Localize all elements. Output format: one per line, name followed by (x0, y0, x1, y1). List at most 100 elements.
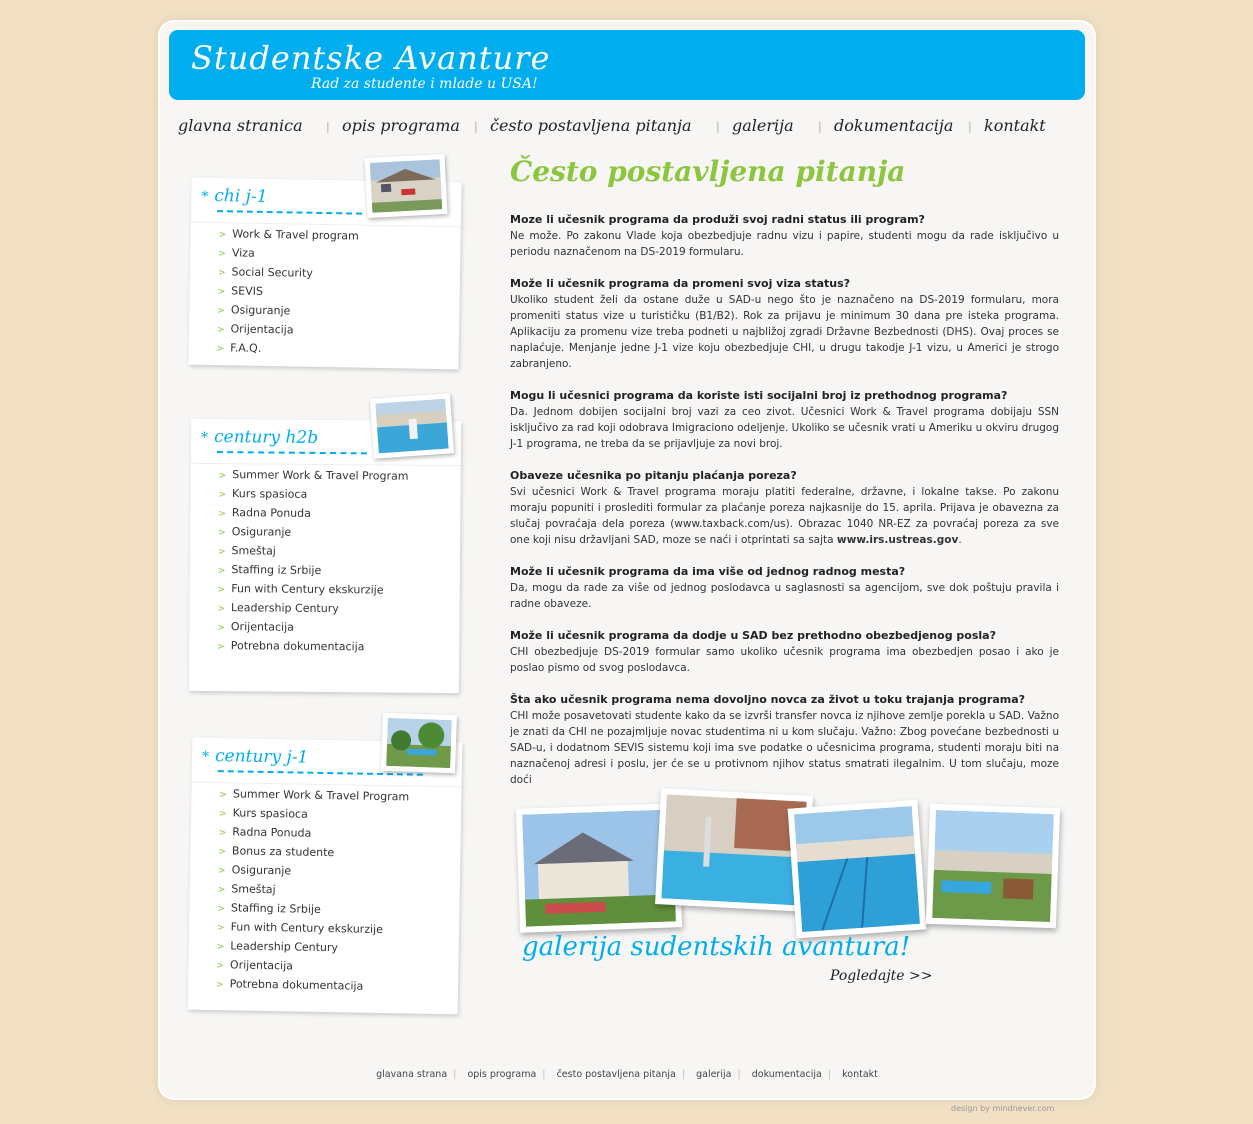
arrow-icon: > (217, 604, 226, 615)
nav-separator: | (818, 120, 822, 133)
sidebar-link[interactable]: > Osiguranje (217, 301, 357, 322)
faq-answer: CHI obezbedjuje DS-2019 formular samo uk… (510, 646, 1059, 674)
nav-separator: | (968, 120, 972, 133)
star-icon: * (201, 748, 210, 765)
sidebar-list: > Summer Work & Travel Program > Kurs spas… (217, 466, 408, 658)
star-icon: * (200, 429, 209, 446)
faq-item: Može li učesnik programa da dodje u SAD … (510, 628, 1059, 676)
arrow-icon: > (216, 942, 225, 953)
faq-question: Mogu li učesnici programa da koriste ist… (510, 389, 1008, 402)
footer-link-program[interactable]: opis programa (467, 1069, 536, 1080)
arrow-icon: > (218, 528, 226, 539)
design-credit[interactable]: design by mindnever.com (951, 1104, 1054, 1113)
sidebar-link[interactable]: > Potrebna dokumentacija (216, 975, 406, 997)
faq-question: Može li učesnik programa da promeni svoj… (510, 277, 851, 290)
sidebar-link[interactable]: > Fun with Century ekskurzije (218, 580, 408, 601)
sidebar-link[interactable]: > SEVIS (218, 282, 358, 303)
faq-item: Može li učesnik programa da promeni svoj… (510, 276, 1059, 372)
sidebar-link[interactable]: > Orijentacija (217, 320, 357, 341)
arrow-icon: > (216, 923, 225, 934)
sidebar-link[interactable]: > Potrebna dokumentacija (217, 637, 407, 658)
arrow-icon: > (217, 642, 225, 653)
arrow-icon: > (217, 268, 226, 279)
arrow-icon: > (217, 306, 225, 317)
gallery-photo-swimming-pool[interactable] (787, 799, 927, 939)
faq-item: Obaveze učesnika po pitanju plaćanja por… (510, 468, 1059, 548)
arrow-icon: > (218, 230, 227, 241)
sidebar-link[interactable]: > Osiguranje (218, 523, 408, 544)
faq-answer: Ne može. Po zakonu Vlade koja obezbedjuj… (510, 230, 1059, 258)
star-icon: * (201, 188, 209, 205)
site-title[interactable]: Studentske Avanture (191, 39, 550, 77)
arrow-icon: > (218, 847, 227, 858)
sidebar-photo-trees (381, 712, 457, 774)
arrow-icon: > (218, 828, 227, 839)
main-content: Često postavljena pitanja Moze li učesni… (510, 152, 1059, 804)
faq-answer: Svi učesnici Work & Travel programa mora… (510, 486, 1059, 546)
sidebar-box-title: * chi j-1 (201, 186, 268, 207)
sidebar-photo-house (364, 153, 448, 219)
sidebar-link[interactable]: > Smeštaj (218, 542, 408, 563)
main-nav: glavna stranica | opis programa | često … (178, 116, 1078, 140)
gallery-caption[interactable]: galerija sudentskih avantura! (522, 932, 910, 962)
title-underline (217, 210, 363, 215)
arrow-icon: > (216, 344, 225, 355)
sidebar-link[interactable]: > Kurs spasioca (218, 485, 408, 506)
faq-answer: Da, mogu da rade za više od jednog poslo… (510, 582, 1059, 610)
faq-answer: Da. Jednom dobijen socijalni broj vazi z… (510, 406, 1059, 450)
faq-answer: Ukoliko student želi da ostane duže u SA… (510, 294, 1059, 370)
footer-separator: | (453, 1069, 457, 1080)
nav-item-contact[interactable]: kontakt (984, 116, 1046, 135)
sidebar-link[interactable]: > Leadership Century (217, 599, 407, 620)
gallery-photo-pool-slide[interactable] (655, 788, 813, 912)
gallery-view-link[interactable]: Pogledajte >> (830, 968, 932, 984)
arrow-icon: > (218, 249, 226, 260)
sidebar-link[interactable]: > F.A.Q. (217, 339, 357, 360)
footer-nav: glavana strana | opis programa | često pos… (160, 1062, 1094, 1081)
sidebar-link[interactable]: > Staffing iz Srbije (218, 561, 408, 582)
sidebar-link[interactable]: > Work & Travel program (218, 225, 359, 246)
sidebar-link[interactable]: > Orijentacija (217, 618, 407, 639)
nav-separator: | (474, 120, 478, 133)
arrow-icon: > (216, 325, 225, 336)
arrow-icon: > (217, 885, 226, 896)
sidebar-box-century-j1: * century j-1 > Summer Work & Travel Progr… (187, 737, 463, 1015)
arrow-icon: > (217, 904, 226, 915)
arrow-icon: > (218, 471, 227, 482)
footer-link-gallery[interactable]: galerija (696, 1069, 731, 1080)
gallery-photo-resort[interactable] (925, 803, 1061, 929)
faq-question: Može li učesnik programa da dodje u SAD … (510, 629, 996, 642)
nav-item-documents[interactable]: dokumentacija (834, 116, 953, 135)
faq-item: Mogu li učesnici programa da koriste ist… (510, 388, 1059, 452)
sidebar-list: > Work & Travel program > Viza > Social Sec… (217, 225, 359, 360)
sidebar-link[interactable]: > Viza (218, 244, 358, 265)
sidebar-box-title: * century j-1 (201, 746, 309, 768)
footer-separator: | (681, 1069, 685, 1080)
nav-item-program[interactable]: opis programa (342, 116, 460, 135)
arrow-icon: > (218, 490, 227, 501)
nav-item-gallery[interactable]: galerija (732, 116, 794, 135)
page-container: Studentske Avanture Rad za studente i ml… (160, 22, 1094, 1098)
faq-question: Može li učesnik programa da ima više od … (510, 565, 906, 578)
nav-item-faq[interactable]: često postavljena pitanja (490, 116, 692, 135)
sidebar-box-century-h2b: * century h2b > Summer Work & Travel Progr… (188, 418, 462, 694)
page-title: Često postavljena pitanja (510, 155, 906, 188)
faq-question: Obaveze učesnika po pitanju plaćanja por… (510, 469, 797, 482)
arrow-icon: > (218, 509, 226, 520)
footer-link-contact[interactable]: kontakt (842, 1069, 878, 1080)
arrow-icon: > (215, 980, 224, 991)
footer-link-documents[interactable]: dokumentacija (752, 1069, 822, 1080)
footer-link-faq[interactable]: često postavljena pitanja (557, 1069, 676, 1080)
nav-item-home[interactable]: glavna stranica (178, 116, 303, 135)
faq-item: Šta ako učesnik programa nema dovoljno n… (510, 692, 1059, 788)
footer-separator: | (827, 1069, 831, 1080)
footer-link-home[interactable]: glavana strana (376, 1069, 447, 1080)
sidebar-link[interactable]: > Radna Ponuda (218, 504, 408, 525)
faq-question: Moze li učesnik programa da produži svoj… (510, 213, 925, 226)
irs-link[interactable]: www.irs.ustreas.gov (837, 534, 958, 546)
nav-separator: | (326, 120, 330, 133)
sidebar-link[interactable]: > Summer Work & Travel Program (219, 466, 409, 487)
sidebar-link[interactable]: > Social Security (218, 263, 358, 284)
faq-question: Šta ako učesnik programa nema dovoljno n… (510, 693, 1026, 706)
nav-separator: | (716, 120, 720, 133)
